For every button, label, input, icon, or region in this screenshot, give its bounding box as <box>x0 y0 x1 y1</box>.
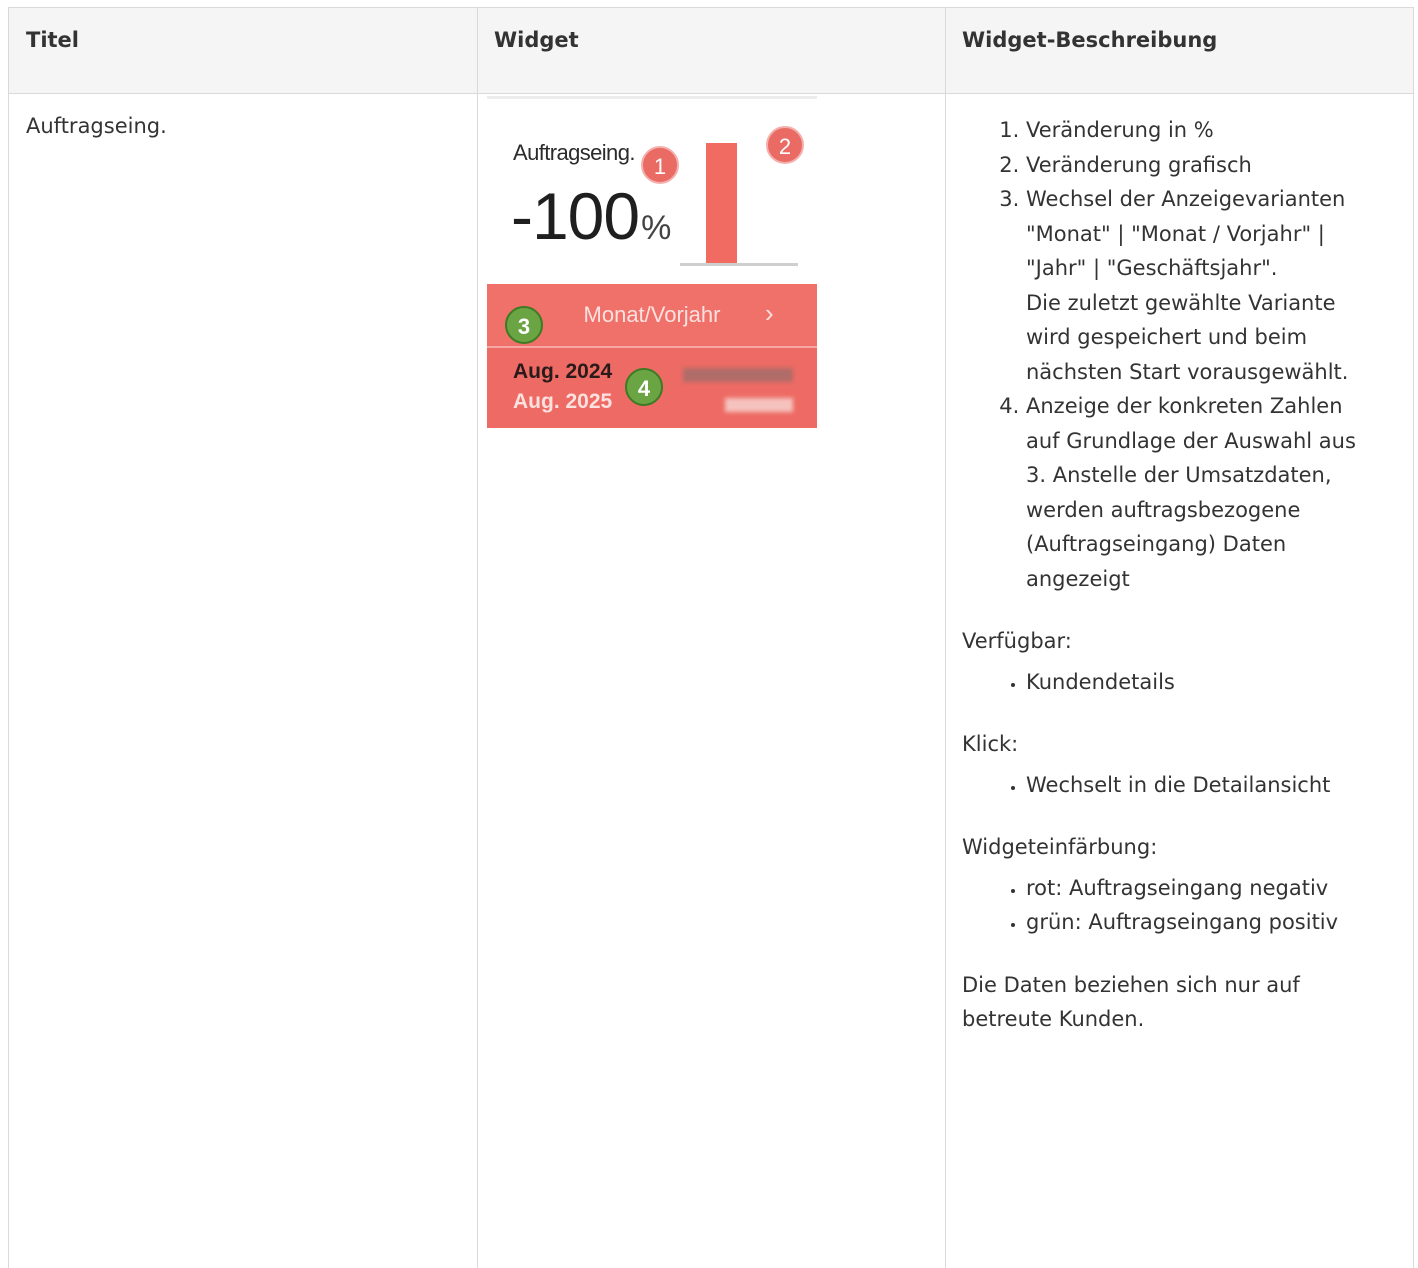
annotation-badge-3: 3 <box>505 306 543 344</box>
feature-note: Die zuletzt gewählte Variante wird gespe… <box>1026 290 1349 384</box>
change-bar <box>706 143 737 266</box>
column-divider <box>945 8 946 1268</box>
click-section: Klick: Wechselt in die Detailansicht <box>962 727 1382 802</box>
list-item: Veränderung in % <box>1026 113 1382 148</box>
data-scope-note: Die Daten beziehen sich nur auf betreute… <box>962 972 1300 1032</box>
annotation-badge-1: 1 <box>641 146 679 184</box>
widget-summary: Auftragseing. -100% <box>487 96 817 284</box>
blurred-value-current <box>683 368 793 382</box>
list-item: grün: Auftragseingang positiv <box>1026 905 1382 940</box>
availability-label: Verfügbar: <box>962 629 1072 653</box>
column-divider <box>477 8 478 1268</box>
feature-text: Anzeige der konkreten Zahlen auf Grundla… <box>1026 394 1356 591</box>
click-label: Klick: <box>962 732 1019 756</box>
percent-value: -100 <box>511 179 640 253</box>
feature-text: Veränderung in % <box>1026 118 1214 142</box>
bar-baseline <box>680 263 798 266</box>
coloring-label: Widgeteinfärbung: <box>962 835 1158 859</box>
header-widget-beschreibung: Widget-Beschreibung <box>962 28 1218 52</box>
percent-unit: % <box>641 209 671 247</box>
period-previous: Aug. 2025 <box>513 390 613 413</box>
coloring-section: Widgeteinfärbung: rot: Auftragseingang n… <box>962 830 1382 940</box>
widget-title: Auftragseing. <box>513 140 635 165</box>
annotation-badge-4: 4 <box>625 368 663 406</box>
header-widget: Widget <box>494 28 579 52</box>
widget-description: Veränderung in % Veränderung grafisch We… <box>962 113 1382 1043</box>
table-header-row: Titel Widget Widget-Beschreibung <box>9 8 1413 94</box>
list-item: rot: Auftragseingang negativ <box>1026 871 1382 906</box>
list-item: Veränderung grafisch <box>1026 148 1382 183</box>
annotation-badge-2: 2 <box>766 126 804 164</box>
period-current: Aug. 2024 <box>513 360 613 383</box>
chevron-right-icon[interactable]: › <box>765 298 774 329</box>
header-titel: Titel <box>26 28 80 52</box>
feature-text: Wechsel der Anzeigevarianten "Monat" | "… <box>1026 187 1346 280</box>
list-item: Wechsel der Anzeigevarianten "Monat" | "… <box>1026 182 1382 389</box>
list-item: Wechselt in die Detailansicht <box>1026 768 1382 803</box>
row-title: Auftragseing. <box>26 114 167 138</box>
feature-list: Veränderung in % Veränderung grafisch We… <box>962 113 1382 596</box>
percent-change: -100% <box>511 178 671 254</box>
note-section: Die Daten beziehen sich nur auf betreute… <box>962 968 1382 1037</box>
blurred-value-previous <box>725 398 793 412</box>
feature-text: Veränderung grafisch <box>1026 152 1252 177</box>
list-item: Kundendetails <box>1026 665 1382 700</box>
list-item: Anzeige der konkreten Zahlen auf Grundla… <box>1026 389 1382 596</box>
widget-top-border <box>487 96 817 99</box>
availability-section: Verfügbar: Kundendetails <box>962 624 1382 699</box>
